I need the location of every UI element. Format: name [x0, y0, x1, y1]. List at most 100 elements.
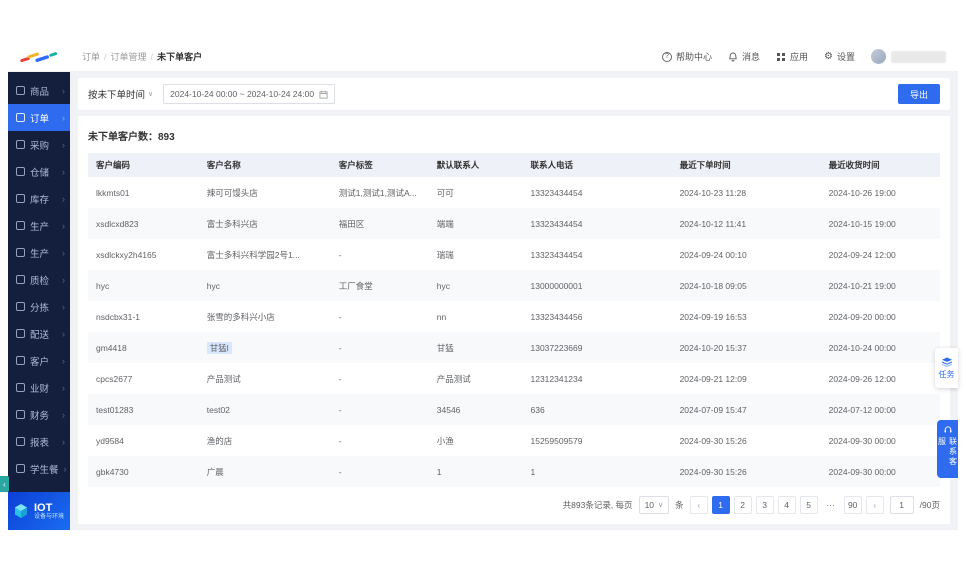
breadcrumb-item[interactable]: 订单管理: [111, 50, 147, 63]
table-cell: 甘猛: [436, 342, 454, 353]
page-size-select[interactable]: 10 ∨: [638, 496, 670, 514]
date-range-input[interactable]: 2024-10-24 00:00 ~ 2024-10-24 24:00: [163, 84, 336, 104]
table-row[interactable]: test01283 test02 - 34546 636 2024-07-09 15:47…: [88, 394, 940, 425]
table-row[interactable]: yd9584 渔的店 - 小渔 15259509579 2024-09-30 15:26 2…: [88, 425, 940, 456]
sidebar-item-label: 商品: [30, 86, 50, 98]
table-row[interactable]: hyc hyc 工厂食堂 hyc 13000000001 2024-10-18 09:05…: [88, 270, 940, 301]
chevron-right-icon: ›: [62, 220, 65, 231]
support-label: 联系客服: [937, 437, 958, 468]
quality-check-icon: [16, 275, 25, 284]
table-cell: -: [338, 466, 342, 477]
page-size-unit: 条: [675, 500, 684, 510]
page-button-1[interactable]: 1: [711, 496, 730, 514]
chevron-right-icon: ›: [62, 193, 65, 204]
date-range-value: 2024-10-24 00:00 ~ 2024-10-24 24:00: [170, 89, 315, 99]
table-row[interactable]: xsdlcxd823 富士多科兴店 福田区 端端 13323434454 2024-10-…: [88, 208, 940, 239]
table-row[interactable]: xsdlckxy2h4165 富士多科兴科学园2号1... - 瑞瑞 133234344…: [88, 239, 940, 270]
prev-page-button[interactable]: ‹: [689, 496, 708, 514]
purchase-icon: [16, 140, 25, 149]
table-cell: hyc: [96, 280, 110, 291]
export-button[interactable]: 导出: [897, 84, 940, 104]
table-row[interactable]: cpcs2677 产品测试 - 产品测试 12312341234 2024-09-21 1…: [88, 363, 940, 394]
page-button-4[interactable]: 4: [777, 496, 796, 514]
table-cell: 2024-10-15 19:00: [828, 218, 896, 229]
table-cell: 测试1,测试1,测试A...: [338, 187, 417, 198]
filter-type-select[interactable]: 按未下单时间 ∨: [88, 87, 153, 101]
sidebar-item-5[interactable]: 库存 ›: [8, 185, 70, 212]
sidebar-item-13[interactable]: 财务 ›: [8, 401, 70, 428]
sidebar-item-9[interactable]: 分拣 ›: [8, 293, 70, 320]
chevron-right-icon: ›: [62, 409, 65, 420]
tasks-float-button[interactable]: 任务: [935, 348, 958, 388]
table-row[interactable]: lkkmts01 辣可可馒头店 测试1,测试1,测试A... 可可 1332343445…: [88, 177, 940, 208]
sidebar-item-11[interactable]: 客户 ›: [8, 347, 70, 374]
apps-button[interactable]: 应用: [776, 50, 808, 63]
table-cell: 2024-09-30 00:00: [828, 466, 896, 477]
user-menu[interactable]: [871, 49, 946, 64]
contact-support-button[interactable]: 联系客服: [937, 420, 958, 478]
page-button-90[interactable]: 90: [843, 496, 862, 514]
chevron-right-icon: ›: [62, 166, 65, 177]
customers-icon: [16, 356, 25, 365]
sidebar-item-7[interactable]: 生产 ›: [8, 239, 70, 266]
sidebar-menu: 商品 › 订单 › 采购 › 仓储 › 库存 › 生产 › 生产 › 质检 › 分拣 › 配送 › 客户 › 业财 › 财务 › 报…: [8, 72, 70, 492]
page-jump-input[interactable]: 1: [889, 496, 914, 514]
sidebar-item-label: 库存: [30, 194, 50, 206]
page-button-2[interactable]: 2: [733, 496, 752, 514]
table-row[interactable]: gbk4730 广晨 - 1 1 2024-09-30 15:26 2024-09-30 0…: [88, 456, 940, 487]
table-cell: 瑞瑞: [436, 249, 454, 260]
sidebar-item-6[interactable]: 生产 ›: [8, 212, 70, 239]
table-cell: cpcs2677: [96, 373, 133, 384]
sidebar-item-14[interactable]: 报表 ›: [8, 428, 70, 455]
total-records-label: 共893条记录, 每页: [562, 500, 633, 510]
biz-finance-icon: [16, 383, 25, 392]
table-cell: 12312341234: [530, 373, 583, 384]
help-center-button[interactable]: ? 帮助中心: [661, 50, 712, 63]
table-cell: 13323434456: [530, 311, 583, 322]
screenshot-canvas: 订单 / 订单管理 / 未下单客户 ? 帮助中心 消息 应用 ⚙ 设置 商品 ›…: [0, 0, 967, 566]
table-row[interactable]: nsdcbx31-1 张雪的多科兴小店 - nn 13323434456 2024-09-…: [88, 301, 940, 332]
table-cell: 2024-09-24 12:00: [828, 249, 896, 260]
messages-button[interactable]: 消息: [728, 50, 760, 63]
table-cell: 产品测试: [436, 373, 471, 384]
app-window: 订单 / 订单管理 / 未下单客户 ? 帮助中心 消息 应用 ⚙ 设置 商品 ›…: [8, 42, 958, 530]
sidebar-item-4[interactable]: 仓储 ›: [8, 158, 70, 185]
chevron-right-icon: ›: [62, 85, 65, 96]
page-button-5[interactable]: 5: [799, 496, 818, 514]
sidebar-item-12[interactable]: 业财 ›: [8, 374, 70, 401]
production2-icon: [16, 248, 25, 257]
table-cell: yd9584: [96, 435, 124, 446]
table-cell: 34546: [436, 404, 461, 415]
sidebar-item-1[interactable]: 商品 ›: [8, 77, 70, 104]
sidebar-item-15[interactable]: 学生餐 ›: [8, 455, 70, 482]
table-cell: 产品测试: [206, 373, 241, 384]
table-header-row: 客户编码 客户名称 客户标签 默认联系人 联系人电话 最近下单时间 最近收货时间: [88, 153, 940, 177]
sidebar-item-10[interactable]: 配送 ›: [8, 320, 70, 347]
page-size-value: 10: [644, 500, 655, 510]
sidebar-item-2[interactable]: 订单 ›: [8, 104, 70, 131]
table-row[interactable]: gm4418 甘猛l - 甘猛 13037223669 2024-10-20 15:37 2…: [88, 332, 940, 363]
page-button-3[interactable]: 3: [755, 496, 774, 514]
settings-button[interactable]: ⚙ 设置: [824, 50, 855, 63]
table-cell: test02: [206, 404, 230, 415]
table-cell: 13323434454: [530, 218, 583, 229]
page-jump-suffix: /90页: [919, 500, 940, 510]
table-cell: 端端: [436, 218, 454, 229]
sidebar-collapse-handle[interactable]: ‹: [0, 476, 9, 492]
page-ellipsis[interactable]: ···: [821, 496, 840, 514]
table-cell: 2024-10-26 19:00: [828, 187, 896, 198]
sidebar-item-8[interactable]: 质检 ›: [8, 266, 70, 293]
next-page-button[interactable]: ›: [865, 496, 884, 514]
table-body: lkkmts01 辣可可馒头店 测试1,测试1,测试A... 可可 1332343445…: [88, 177, 940, 487]
topbar-actions: ? 帮助中心 消息 应用 ⚙ 设置: [661, 49, 958, 64]
table-cell: 福田区: [338, 218, 365, 229]
chevron-right-icon: ›: [62, 436, 65, 447]
table-cell: test01283: [96, 404, 134, 415]
chevron-right-icon: ›: [63, 463, 67, 474]
breadcrumb-item[interactable]: 订单: [82, 50, 100, 63]
app-logo[interactable]: [8, 49, 70, 65]
production-icon: [16, 221, 25, 230]
sidebar-item-3[interactable]: 采购 ›: [8, 131, 70, 158]
chevron-down-icon: ∨: [658, 502, 664, 509]
pager: ‹ 1 2 3 4 5 ··· 90 ›: [689, 496, 884, 514]
